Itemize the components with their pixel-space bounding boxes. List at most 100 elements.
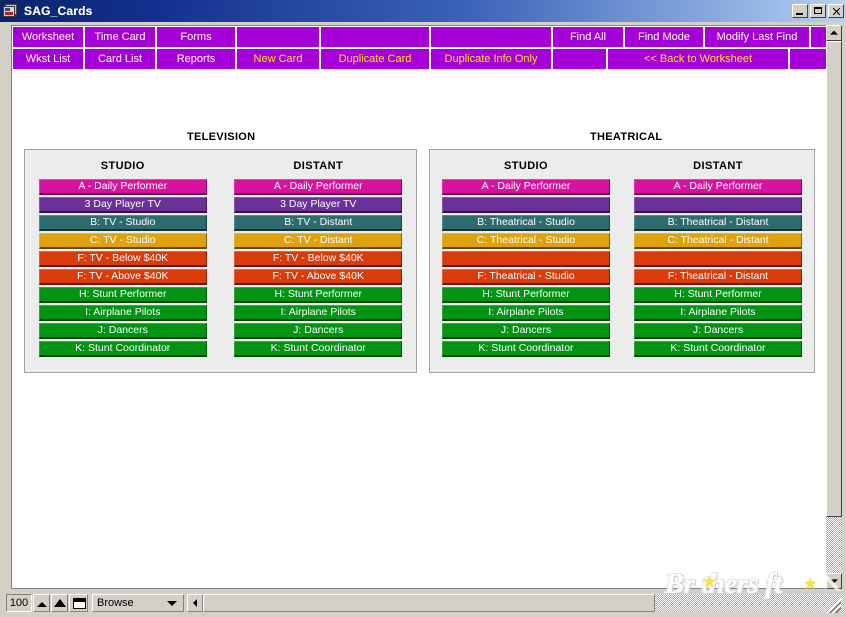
toolbar-row-1: Worksheet Time Card Forms Find All Find Mode… (12, 26, 828, 48)
close-button[interactable] (828, 4, 844, 18)
card-button-tv-distant-a-daily-performer[interactable]: A - Daily Performer (234, 179, 403, 195)
toolbar-button-duplicate-card[interactable]: Duplicate Card (320, 48, 430, 70)
toolbar-button-new-card[interactable]: New Card (236, 48, 320, 70)
toolbar-button-time-card[interactable]: Time Card (84, 26, 156, 48)
card-button-th-studio-f-theatrical-studio[interactable]: F: Theatrical - Studio (442, 269, 610, 285)
card-button-th-studio-k-stunt-coordinator[interactable]: K: Stunt Coordinator (442, 341, 610, 357)
card-button-th-studio-j-dancers[interactable]: J: Dancers (442, 323, 610, 339)
toolbar-button-forms[interactable]: Forms (156, 26, 236, 48)
title-bar: SAG_Cards (0, 0, 846, 22)
card-button-th-studio-c-theatrical-studio[interactable]: C: Theatrical - Studio (442, 233, 610, 249)
card-button-th-distant-b-theatrical-distant[interactable]: B: Theatrical - Distant (634, 215, 802, 231)
window-body: Worksheet Time Card Forms Find All Find Mode… (0, 22, 846, 617)
application-window: SAG_Cards Worksheet Time Card Forms Find Al… (0, 0, 846, 617)
toolbar-row-2: Wkst List Card List Reports New Card Duplica… (12, 48, 828, 70)
card-button-tv-studio-h-stunt-performer[interactable]: H: Stunt Performer (38, 287, 207, 303)
card-button-tv-distant-j-dancers[interactable]: J: Dancers (234, 323, 403, 339)
card-button-tv-studio-c-tv-studio[interactable]: C: TV - Studio (38, 233, 207, 249)
window-controls (792, 4, 844, 18)
layout-canvas: Worksheet Time Card Forms Find All Find Mode… (11, 25, 829, 589)
minimize-button[interactable] (792, 4, 808, 18)
card-button-tv-studio-i-airplane-pilots[interactable]: I: Airplane Pilots (38, 305, 207, 321)
toolbar-button-find-mode[interactable]: Find Mode (624, 26, 704, 48)
window-toggle-icon[interactable] (69, 594, 88, 612)
toolbar-button-worksheet[interactable]: Worksheet (12, 26, 84, 48)
card-button-tv-studio-f-tv-above-40k[interactable]: F: TV - Above $40K (38, 269, 207, 285)
horizontal-scroll-thumb[interactable] (203, 594, 655, 612)
window-title: SAG_Cards (24, 4, 93, 18)
card-button-th-studio-blank[interactable] (442, 251, 610, 267)
card-button-tv-studio-b-tv-studio[interactable]: B: TV - Studio (38, 215, 207, 231)
card-button-tv-studio-3-day-player-tv[interactable]: 3 Day Player TV (38, 197, 207, 213)
card-button-th-studio-i-airplane-pilots[interactable]: I: Airplane Pilots (442, 305, 610, 321)
card-stack-th-studio: A - Daily Performer B: Theatrical - Studi… (442, 179, 610, 357)
toolbar-button-blank-6 (552, 48, 607, 70)
scroll-down-arrow-icon[interactable] (826, 573, 842, 589)
vertical-scrollbar[interactable] (826, 25, 842, 589)
column-th-studio: STUDIO A - Daily Performer B: Theatrical -… (430, 150, 622, 372)
vertical-scroll-track[interactable] (826, 517, 842, 573)
toolbar-button-duplicate-info-only[interactable]: Duplicate Info Only (430, 48, 552, 70)
section-title-television: TELEVISION (187, 131, 256, 143)
card-button-th-distant-j-dancers[interactable]: J: Dancers (634, 323, 802, 339)
card-button-th-distant-c-theatrical-distant[interactable]: C: Theatrical - Distant (634, 233, 802, 249)
card-button-th-distant-blank[interactable] (634, 251, 802, 267)
card-button-th-distant-k-stunt-coordinator[interactable]: K: Stunt Coordinator (634, 341, 802, 357)
status-bar: 100 Browse (4, 591, 846, 615)
column-th-distant: DISTANT A - Daily Performer B: Theatrical … (622, 150, 814, 372)
toolbar-button-modify-last-find[interactable]: Modify Last Find (704, 26, 810, 48)
card-button-tv-distant-f-tv-above-40k[interactable]: F: TV - Above $40K (234, 269, 403, 285)
zoom-level-indicator: 100 (6, 594, 32, 612)
toolbar-button-blank-5 (430, 26, 552, 48)
card-button-tv-studio-k-stunt-coordinator[interactable]: K: Stunt Coordinator (38, 341, 207, 357)
card-button-tv-studio-a-daily-performer[interactable]: A - Daily Performer (38, 179, 207, 195)
card-button-th-studio-a-daily-performer[interactable]: A - Daily Performer (442, 179, 610, 195)
card-button-tv-studio-j-dancers[interactable]: J: Dancers (38, 323, 207, 339)
card-button-th-distant-a-daily-performer[interactable]: A - Daily Performer (634, 179, 802, 195)
card-stack-tv-distant: A - Daily Performer 3 Day Player TV B: TV … (234, 179, 403, 357)
column-heading-tv-distant: DISTANT (293, 160, 344, 172)
chevron-down-icon (167, 600, 177, 606)
horizontal-scrollbar[interactable] (187, 594, 844, 612)
zoom-out-triangle-icon[interactable] (33, 594, 50, 612)
card-button-th-distant-i-airplane-pilots[interactable]: I: Airplane Pilots (634, 305, 802, 321)
toolbar-button-card-list[interactable]: Card List (84, 48, 156, 70)
card-button-tv-studio-f-tv-below-40k[interactable]: F: TV - Below $40K (38, 251, 207, 267)
card-button-tv-distant-k-stunt-coordinator[interactable]: K: Stunt Coordinator (234, 341, 403, 357)
mode-select[interactable]: Browse (92, 594, 184, 612)
card-button-th-studio-h-stunt-performer[interactable]: H: Stunt Performer (442, 287, 610, 303)
card-button-tv-distant-i-airplane-pilots[interactable]: I: Airplane Pilots (234, 305, 403, 321)
zoom-in-triangle-icon[interactable] (51, 594, 68, 612)
toolbar-button-reports[interactable]: Reports (156, 48, 236, 70)
card-button-th-studio-blank[interactable] (442, 197, 610, 213)
column-tv-studio: STUDIO A - Daily Performer 3 Day Player TV… (25, 150, 221, 372)
panel-television: STUDIO A - Daily Performer 3 Day Player TV… (24, 149, 417, 373)
card-layout: TELEVISION THEATRICAL STUDIO A - Daily Pe… (12, 70, 828, 588)
button-toolbar: Worksheet Time Card Forms Find All Find Mode… (12, 26, 828, 70)
maximize-button[interactable] (810, 4, 826, 18)
card-button-th-studio-b-theatrical-studio[interactable]: B: Theatrical - Studio (442, 215, 610, 231)
vertical-scroll-thumb[interactable] (826, 41, 842, 517)
toolbar-button-wkst-list[interactable]: Wkst List (12, 48, 84, 70)
card-button-tv-distant-3-day-player-tv[interactable]: 3 Day Player TV (234, 197, 403, 213)
scroll-up-arrow-icon[interactable] (826, 25, 842, 41)
card-button-tv-distant-h-stunt-performer[interactable]: H: Stunt Performer (234, 287, 403, 303)
card-button-th-distant-blank[interactable] (634, 197, 802, 213)
horizontal-scroll-track[interactable] (655, 594, 844, 612)
scroll-left-arrow-icon[interactable] (187, 594, 203, 612)
toolbar-button-back-to-worksheet[interactable]: << Back to Worksheet (607, 48, 789, 70)
card-button-th-distant-h-stunt-performer[interactable]: H: Stunt Performer (634, 287, 802, 303)
card-button-tv-distant-b-tv-distant[interactable]: B: TV - Distant (234, 215, 403, 231)
card-button-tv-distant-f-tv-below-40k[interactable]: F: TV - Below $40K (234, 251, 403, 267)
column-heading-th-distant: DISTANT (693, 160, 743, 172)
panel-theatrical: STUDIO A - Daily Performer B: Theatrical -… (429, 149, 815, 373)
toolbar-button-find-all[interactable]: Find All (552, 26, 624, 48)
card-stack-tv-studio: A - Daily Performer 3 Day Player TV B: TV … (38, 179, 207, 357)
card-button-th-distant-f-theatrical-distant[interactable]: F: Theatrical - Distant (634, 269, 802, 285)
column-heading-tv-studio: STUDIO (100, 160, 145, 172)
card-button-tv-distant-c-tv-distant[interactable]: C: TV - Distant (234, 233, 403, 249)
toolbar-button-blank-3 (236, 26, 320, 48)
section-title-theatrical: THEATRICAL (590, 131, 663, 143)
column-heading-th-studio: STUDIO (504, 160, 548, 172)
toolbar-button-blank-4 (320, 26, 430, 48)
